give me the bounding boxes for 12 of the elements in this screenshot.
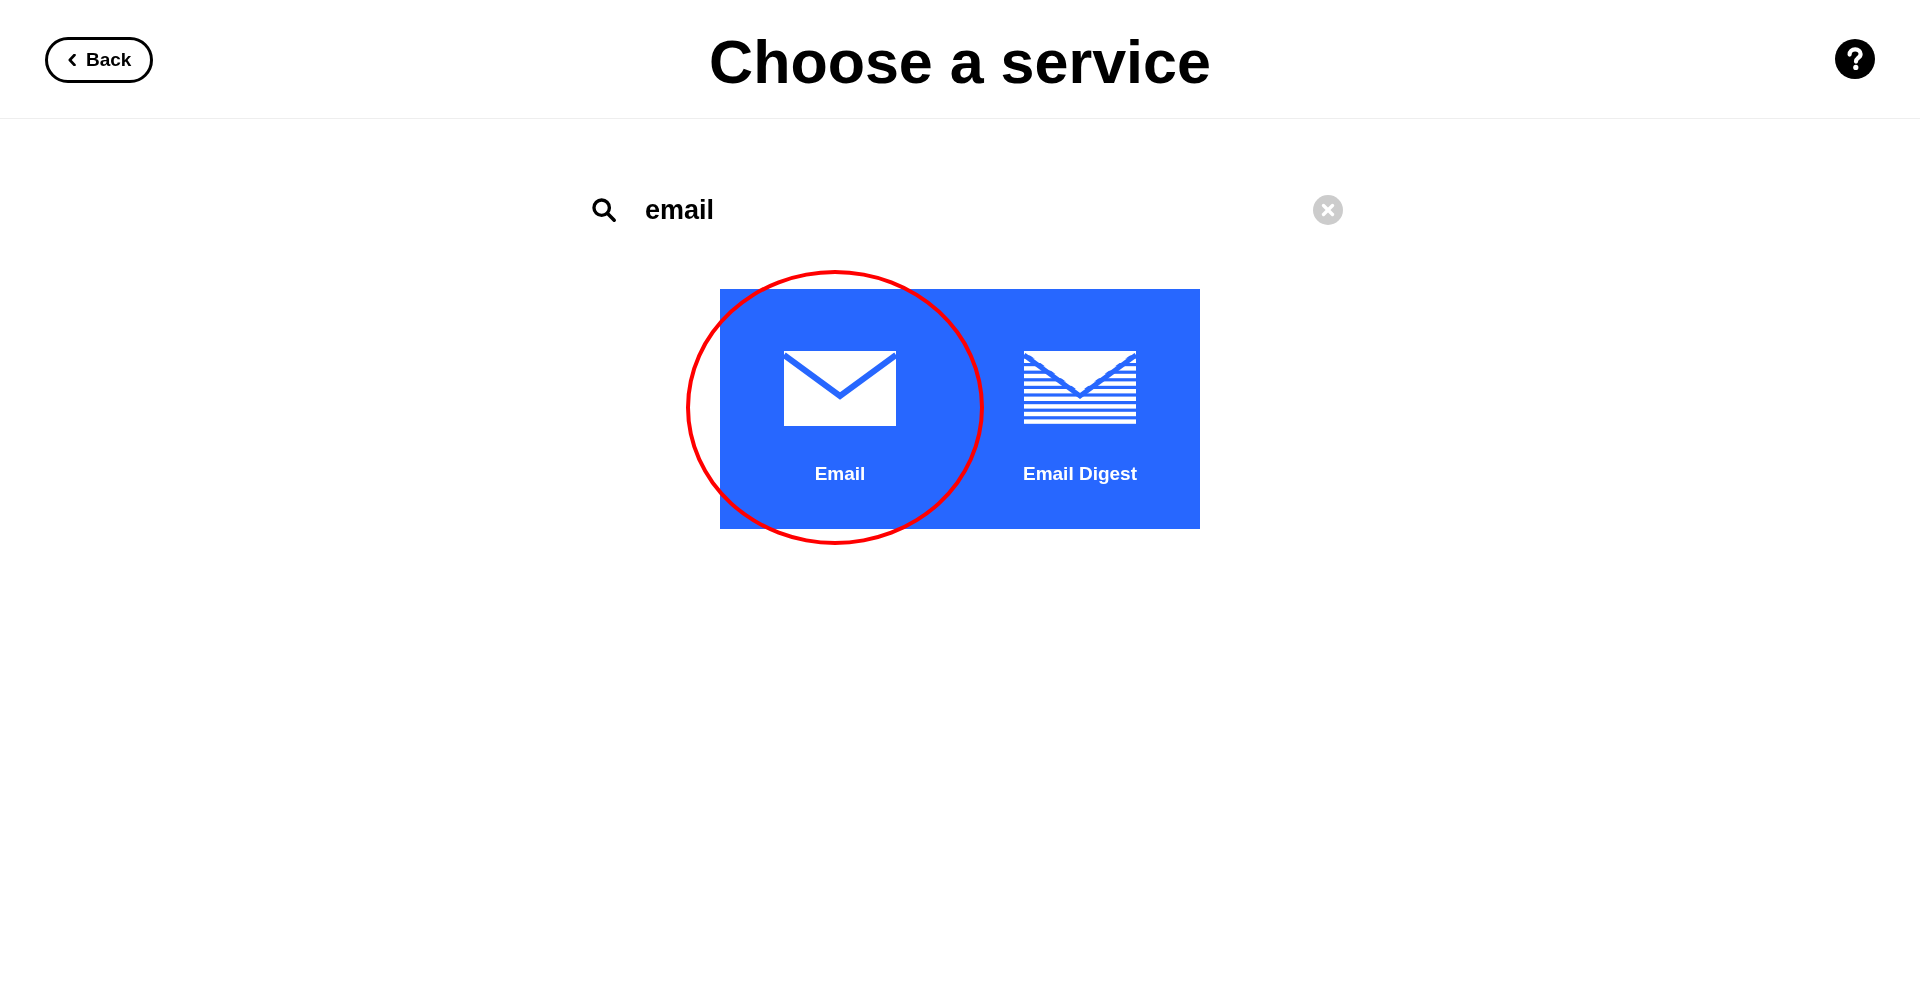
page-title: Choose a service xyxy=(709,29,1211,97)
striped-envelope-icon xyxy=(1024,351,1136,426)
chevron-left-icon xyxy=(68,54,76,66)
help-button[interactable] xyxy=(1835,39,1875,79)
service-tile[interactable]: Email Digest xyxy=(960,289,1200,529)
search-field[interactable]: email xyxy=(645,190,1313,230)
envelope-icon xyxy=(784,351,896,426)
clear-icon xyxy=(1313,195,1343,225)
search-icon xyxy=(591,197,617,223)
back-button[interactable]: Back xyxy=(45,37,154,83)
service-tile[interactable]: Email xyxy=(720,289,960,529)
help-icon xyxy=(1835,39,1875,79)
